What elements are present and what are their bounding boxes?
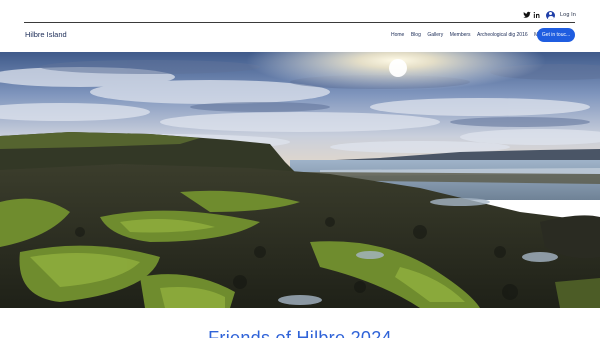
nav-item-gallery[interactable]: Gallery [427, 32, 443, 38]
nav-item-members[interactable]: Members [450, 32, 471, 38]
login-button[interactable]: Log In [546, 9, 576, 21]
nav-item-blog[interactable]: Blog [411, 32, 421, 38]
site-title[interactable]: Hilbre Island [25, 30, 67, 39]
linkedin-icon[interactable] [532, 10, 542, 20]
nav-item-home[interactable]: Home [391, 32, 404, 38]
nav-item-archeological-dig[interactable]: Archeological dig 2016 [477, 32, 528, 38]
main-nav: Home Blog Gallery Members Archeological … [391, 32, 546, 38]
top-utility-bar: Log In [0, 0, 600, 24]
twitter-icon[interactable] [522, 10, 532, 20]
hero-landscape-photo [0, 52, 600, 308]
hero-image [0, 52, 600, 308]
avatar-icon [546, 10, 555, 20]
site-header: Hilbre Island Home Blog Gallery Members … [0, 24, 600, 52]
page-heading: Friends of Hilbre 2024 [208, 328, 392, 338]
header-divider [24, 22, 575, 23]
login-label: Log In [560, 12, 576, 18]
get-in-touch-button[interactable]: Get in touc... [537, 28, 575, 42]
